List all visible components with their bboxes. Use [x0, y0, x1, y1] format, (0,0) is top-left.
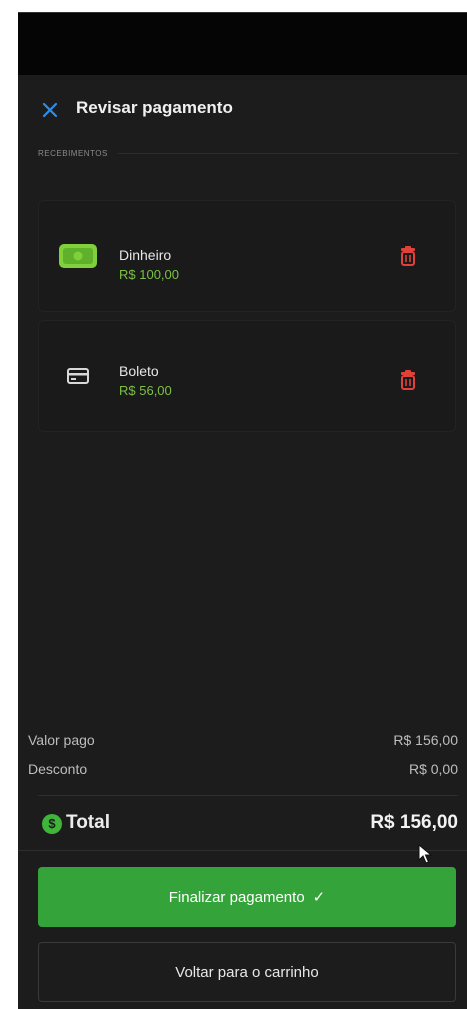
paid-value: R$ 156,00 — [393, 732, 458, 748]
section-label: RECEBIMENTOS — [38, 149, 108, 158]
mouse-cursor-icon — [418, 844, 433, 864]
payment-name: Dinheiro — [119, 247, 172, 263]
payment-review-panel: Revisar pagamento RECEBIMENTOS Dinheiro … — [18, 12, 467, 1009]
close-icon — [42, 102, 58, 118]
discount-row: Desconto R$ 0,00 — [28, 761, 458, 777]
discount-label: Desconto — [28, 761, 88, 777]
close-button[interactable] — [40, 100, 60, 120]
total-divider — [18, 850, 467, 851]
card-icon — [67, 368, 89, 389]
finalize-payment-button[interactable]: Finalizar pagamento ✓ — [38, 867, 456, 927]
payment-amount: R$ 56,00 — [119, 383, 172, 398]
back-label: Voltar para o carrinho — [175, 963, 319, 981]
section-divider — [118, 153, 458, 154]
finalize-label: Finalizar pagamento — [168, 888, 305, 906]
payment-amount: R$ 100,00 — [119, 267, 179, 282]
top-bar — [18, 12, 467, 75]
payment-name: Boleto — [119, 363, 159, 379]
discount-value: R$ 0,00 — [408, 761, 458, 777]
paid-label: Valor pago — [28, 732, 95, 748]
total-value: R$ 156,00 — [370, 812, 458, 833]
payment-item-dinheiro: Dinheiro R$ 100,00 — [38, 200, 456, 312]
back-to-cart-button[interactable]: Voltar para o carrinho — [38, 942, 456, 1002]
trash-icon — [401, 246, 415, 266]
paid-row: Valor pago R$ 156,00 — [28, 732, 458, 748]
cash-icon — [59, 244, 97, 273]
delete-payment-button[interactable] — [399, 246, 417, 266]
total-label: Total — [66, 812, 110, 833]
payment-item-boleto: Boleto R$ 56,00 — [38, 320, 456, 432]
trash-icon — [401, 370, 415, 390]
check-icon: ✓ — [312, 889, 326, 906]
delete-payment-button[interactable] — [399, 370, 417, 390]
summary-divider — [38, 795, 458, 796]
page-title: Revisar pagamento — [76, 98, 233, 117]
total-row: $ Total R$ 156,00 — [28, 812, 458, 838]
money-icon: $ — [42, 814, 62, 834]
